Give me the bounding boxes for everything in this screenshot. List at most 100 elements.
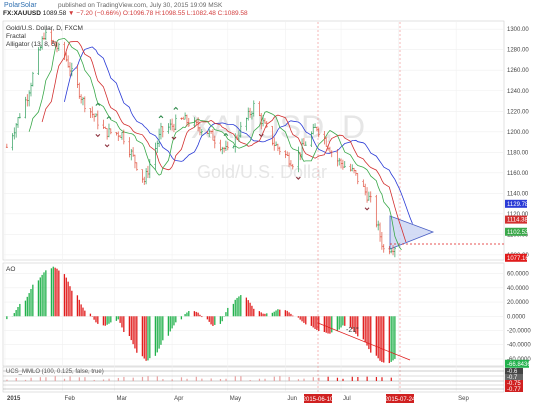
mmlo-bar — [180, 377, 183, 381]
price-tick-label: 1240.00 — [507, 89, 529, 95]
ao-last-tag: -66.8436 — [507, 362, 531, 368]
time-tick-label: Apr — [174, 396, 183, 402]
mmlo-bar — [312, 377, 314, 381]
mmlo-bar — [123, 376, 125, 381]
mmlo-bar — [108, 378, 110, 381]
mmlo-bar — [78, 377, 80, 381]
mmlo-bar — [141, 376, 144, 381]
mmlo-bar — [45, 377, 47, 381]
mmlo-bar — [390, 377, 392, 381]
time-tick-label: Jun — [287, 396, 297, 402]
time-tick-label: Jul — [343, 396, 351, 402]
fractal-up-marker — [106, 115, 112, 120]
mmlo-bar — [201, 378, 203, 381]
fractal-up-marker — [158, 115, 164, 119]
time-axis: 2015FebMarAprMayJunJulAugSep2015-06-1020… — [7, 394, 469, 403]
mmlo-bar — [24, 379, 27, 381]
price-tick-label: 1180.00 — [507, 150, 529, 156]
ao-grid — [3, 273, 504, 360]
ao-tick-label: 20.0000 — [507, 300, 529, 306]
mmlo-bar — [318, 377, 320, 381]
mmlo-bar — [210, 378, 212, 381]
mmlo-bar — [258, 378, 261, 381]
mmlo-title: UCS_MMLO (100, 0.125, false, true) — [6, 369, 104, 375]
price-tick-label: 1260.00 — [507, 68, 529, 74]
mmlo-bar — [186, 378, 188, 381]
legend-fractal: Fractal — [6, 33, 26, 40]
mmlo-bar — [279, 376, 281, 381]
price-tag-label: 1102.53 — [507, 230, 529, 236]
ao-tick-label: 40.0000 — [507, 286, 529, 292]
mmlo-bar — [102, 379, 105, 381]
ao-tick-label: -20.0000 — [507, 328, 531, 334]
mmlo-tick-label: -0.77 — [507, 387, 521, 393]
mmlo-bar — [39, 377, 41, 381]
mmlo-bar — [147, 376, 149, 381]
mmlo-bar — [297, 379, 300, 381]
mmlo-bar — [240, 376, 242, 381]
mmlo-bar — [117, 377, 119, 381]
mmlo-bar — [351, 376, 353, 381]
ao-title: AO — [6, 266, 16, 273]
mmlo-bar — [381, 377, 383, 381]
fractal-down-marker — [95, 133, 101, 138]
mmlo-bar — [162, 379, 164, 381]
price-tick-label: 1200.00 — [507, 130, 529, 136]
mmlo-bar — [30, 377, 32, 381]
date-tag: 2015-07-24 — [385, 397, 416, 403]
mmlo-bar — [273, 376, 275, 381]
legend-alligator: Alligator (13, 8, 5) — [6, 41, 58, 48]
mmlo-bar — [156, 376, 158, 381]
date-tag: 2015-06-10 — [303, 397, 334, 403]
legend-title: Gold/U.S. Dollar, D, FXCM — [6, 25, 83, 32]
time-tick-label: Sep — [458, 396, 469, 402]
mmlo-bar — [219, 379, 222, 381]
mmlo-bar — [69, 376, 71, 381]
fractal-up-marker — [173, 106, 179, 110]
mmlo-bar — [375, 377, 378, 381]
time-tick-label: 2015 — [7, 396, 21, 402]
mmlo-bar — [195, 376, 197, 381]
mmlo-bar — [84, 377, 86, 381]
chart-svg[interactable]: XAUUSD, D Gold/U.S. Dollar 1300.001280.0… — [0, 0, 550, 406]
ao-axis: 60.0000 40.0000 20.0000 0.0000 -20.0000 -40.0… — [505, 272, 531, 368]
ao-tick-label: 0.0000 — [507, 314, 526, 320]
mmlo-bar — [234, 376, 236, 381]
ao-histogram — [6, 266, 396, 364]
mmlo-bar — [336, 377, 339, 381]
mmlo-bar — [132, 377, 134, 381]
price-axis: 1300.00 1280.00 1260.00 1240.00 1220.00 1200.… — [507, 27, 529, 259]
ao-trendline[interactable] — [317, 322, 411, 361]
mmlo-bar — [225, 378, 227, 381]
fractal-down-marker — [364, 207, 370, 211]
fractal-down-marker — [104, 144, 110, 148]
price-tick-label: 1300.00 — [507, 27, 529, 33]
time-tick-label: Mar — [117, 396, 127, 402]
price-tick-label: 1280.00 — [507, 48, 529, 54]
mmlo-bar — [357, 376, 359, 381]
mmlo-bar — [366, 376, 368, 381]
mmlo-bar — [327, 376, 329, 381]
mmlo-bar — [342, 378, 344, 381]
mmlo-bar — [15, 378, 17, 381]
price-tick-label: 1220.00 — [507, 109, 529, 115]
mmlo-bar — [171, 379, 173, 381]
ao-tick-label: -40.0000 — [507, 343, 531, 349]
price-tag-label: 1114.38 — [507, 218, 528, 224]
price-tag-label: 1077.16 — [507, 256, 529, 262]
mmlo-bar — [6, 379, 8, 381]
ao-tick-label: 60.0000 — [507, 272, 529, 278]
mmlo-bar — [93, 379, 95, 381]
time-tick-label: May — [230, 396, 241, 402]
mmlo-bar — [288, 376, 290, 381]
price-tag-label: 1129.78 — [507, 202, 529, 208]
price-tick-label: 1160.00 — [507, 171, 529, 177]
mmlo-bar — [54, 376, 56, 381]
mmlo-bar — [249, 379, 251, 381]
time-tick-label: Feb — [65, 396, 76, 402]
mmlo-bar — [264, 378, 266, 381]
mmlo-bar — [63, 378, 66, 381]
angle-annotation: -21° — [346, 326, 359, 334]
watermark-name: Gold/U.S. Dollar — [197, 162, 327, 182]
mmlo-bar — [303, 378, 305, 381]
